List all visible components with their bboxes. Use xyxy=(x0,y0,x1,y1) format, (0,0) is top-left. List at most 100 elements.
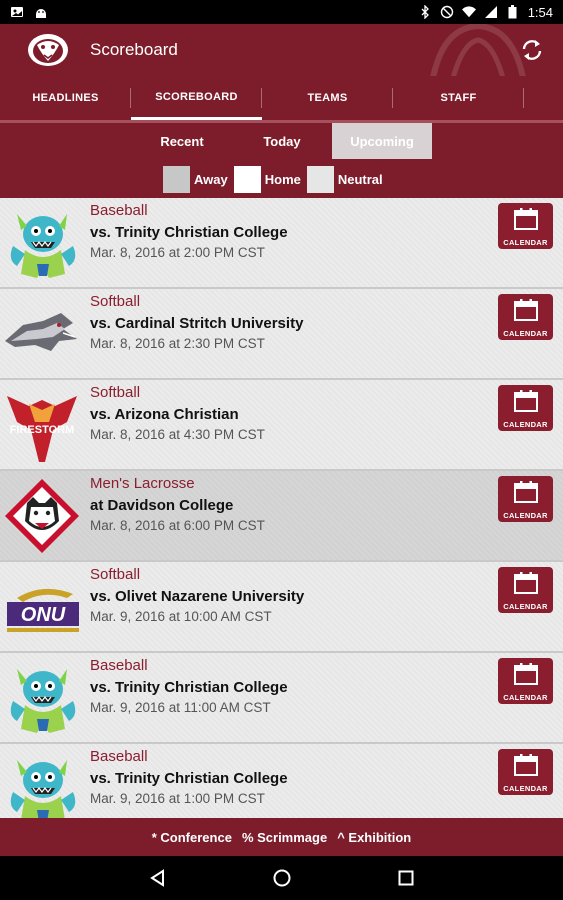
bluetooth-icon xyxy=(418,5,432,19)
legend-away: Away xyxy=(163,166,228,193)
game-datetime: Mar. 8, 2016 at 2:00 PM CST xyxy=(90,245,265,260)
game-datetime: Mar. 9, 2016 at 11:00 AM CST xyxy=(90,700,271,715)
recents-icon[interactable] xyxy=(394,866,418,890)
game-sport: Men's Lacrosse xyxy=(90,475,195,492)
calendar-label: CALENDAR xyxy=(503,693,548,702)
calendar-button[interactable]: CALENDAR xyxy=(498,567,553,613)
legend-home: Home xyxy=(233,166,301,193)
calendar-button[interactable]: CALENDAR xyxy=(498,749,553,795)
location-legend: Away Home Neutral xyxy=(163,166,389,193)
game-row[interactable]: Men's Lacrosse at Davidson College Mar. … xyxy=(0,471,563,562)
tab-scoreboard[interactable]: SCOREBOARD xyxy=(131,76,262,120)
game-datetime: Mar. 8, 2016 at 2:30 PM CST xyxy=(90,336,265,351)
game-opponent: vs. Trinity Christian College xyxy=(90,679,288,696)
calendar-button[interactable]: CALENDAR xyxy=(498,476,553,522)
mute-icon xyxy=(440,5,454,19)
game-sport: Softball xyxy=(90,566,141,583)
status-time: 1:54 xyxy=(527,4,553,20)
game-opponent: vs. Olivet Nazarene University xyxy=(90,588,305,605)
calendar-icon xyxy=(513,389,539,418)
game-datetime: Mar. 8, 2016 at 6:00 PM CST xyxy=(90,518,265,533)
home-icon[interactable] xyxy=(270,866,294,890)
wildcat-logo-icon xyxy=(3,477,81,555)
refresh-icon[interactable] xyxy=(517,35,547,65)
calendar-button[interactable]: CALENDAR xyxy=(498,294,553,340)
calendar-label: CALENDAR xyxy=(503,420,548,429)
segment-recent[interactable]: Recent xyxy=(132,123,232,159)
status-bar: 1:54 xyxy=(0,0,563,24)
game-opponent: vs. Trinity Christian College xyxy=(90,770,288,787)
game-sport: Baseball xyxy=(90,657,148,674)
game-opponent: vs. Cardinal Stritch University xyxy=(90,315,304,332)
game-opponent: at Davidson College xyxy=(90,497,234,514)
legend-neutral: Neutral xyxy=(306,166,383,193)
back-icon[interactable] xyxy=(146,866,170,890)
calendar-icon xyxy=(513,298,539,327)
calendar-icon xyxy=(513,207,539,236)
legend-label: Home xyxy=(264,172,301,187)
wifi-icon xyxy=(461,5,476,19)
panther-logo-icon[interactable] xyxy=(24,30,72,70)
onu-logo-icon: ONU xyxy=(3,568,81,646)
signal-icon xyxy=(484,5,498,19)
game-sport: Softball xyxy=(90,384,141,401)
firestorm-logo-icon: FIRESTORM xyxy=(3,386,81,464)
game-sport: Baseball xyxy=(90,202,148,219)
legend-scrimmage: % Scrimmage xyxy=(241,829,328,845)
wolf-logo-icon xyxy=(3,295,81,373)
neutral-swatch xyxy=(306,166,334,193)
calendar-icon xyxy=(513,480,539,509)
calendar-label: CALENDAR xyxy=(503,329,548,338)
time-filter: Recent Today Upcoming xyxy=(132,123,432,159)
trinity-troll-logo-icon xyxy=(3,750,81,818)
app-bar: Scoreboard xyxy=(0,24,563,76)
calendar-button[interactable]: CALENDAR xyxy=(498,658,553,704)
game-datetime: Mar. 9, 2016 at 1:00 PM CST xyxy=(90,791,265,806)
home-swatch xyxy=(233,166,261,193)
away-swatch xyxy=(163,166,190,193)
calendar-button[interactable]: CALENDAR xyxy=(498,203,553,249)
legend-label: Neutral xyxy=(337,172,383,187)
calendar-button[interactable]: CALENDAR xyxy=(498,385,553,431)
trinity-troll-logo-icon xyxy=(3,659,81,737)
legend-conference: * Conference xyxy=(151,829,232,845)
calendar-label: CALENDAR xyxy=(503,784,548,793)
calendar-icon xyxy=(513,753,539,782)
game-row[interactable]: Baseball vs. Trinity Christian College M… xyxy=(0,653,563,744)
game-list[interactable]: Baseball vs. Trinity Christian College M… xyxy=(0,198,563,818)
game-datetime: Mar. 9, 2016 at 10:00 AM CST xyxy=(90,609,272,624)
calendar-label: CALENDAR xyxy=(503,238,548,247)
tab-headlines[interactable]: HEADLINES xyxy=(0,76,131,120)
game-datetime: Mar. 8, 2016 at 4:30 PM CST xyxy=(90,427,265,442)
tab-teams[interactable]: TEAMS xyxy=(262,76,393,120)
filter-panel: Recent Today Upcoming Away Home Neutral xyxy=(0,123,563,198)
segment-today[interactable]: Today xyxy=(232,123,332,159)
game-row[interactable]: ONU Softball vs. Olivet Nazarene Univers… xyxy=(0,562,563,653)
game-row[interactable]: Baseball vs. Trinity Christian College M… xyxy=(0,744,563,818)
tab-staff[interactable]: STAFF xyxy=(393,76,524,120)
battery-icon xyxy=(506,5,520,19)
firestorm-logo-text: FIRESTORM xyxy=(10,424,75,436)
page-title: Scoreboard xyxy=(90,40,178,59)
game-sport: Baseball xyxy=(90,748,148,765)
android-notification-icon xyxy=(34,5,48,19)
game-opponent: vs. Arizona Christian xyxy=(90,406,239,423)
calendar-label: CALENDAR xyxy=(503,511,548,520)
game-opponent: vs. Trinity Christian College xyxy=(90,224,288,241)
trinity-troll-logo-icon xyxy=(3,204,81,282)
onu-logo-text: ONU xyxy=(21,604,66,626)
game-sport: Softball xyxy=(90,293,141,310)
calendar-label: CALENDAR xyxy=(503,602,548,611)
segment-upcoming[interactable]: Upcoming xyxy=(332,123,432,159)
footer-legend: * Conference % Scrimmage ^ Exhibition xyxy=(0,818,563,856)
game-row[interactable]: FIRESTORM Softball vs. Arizona Christian… xyxy=(0,380,563,471)
legend-exhibition: ^ Exhibition xyxy=(337,829,412,845)
game-row[interactable]: Softball vs. Cardinal Stritch University… xyxy=(0,289,563,380)
calendar-icon xyxy=(513,571,539,600)
game-row[interactable]: Baseball vs. Trinity Christian College M… xyxy=(0,198,563,289)
photo-notification-icon xyxy=(10,5,24,19)
tab-overflow xyxy=(524,76,563,120)
calendar-icon xyxy=(513,662,539,691)
main-tabs: HEADLINES SCOREBOARD TEAMS STAFF xyxy=(0,76,563,120)
system-nav-bar xyxy=(0,856,563,900)
